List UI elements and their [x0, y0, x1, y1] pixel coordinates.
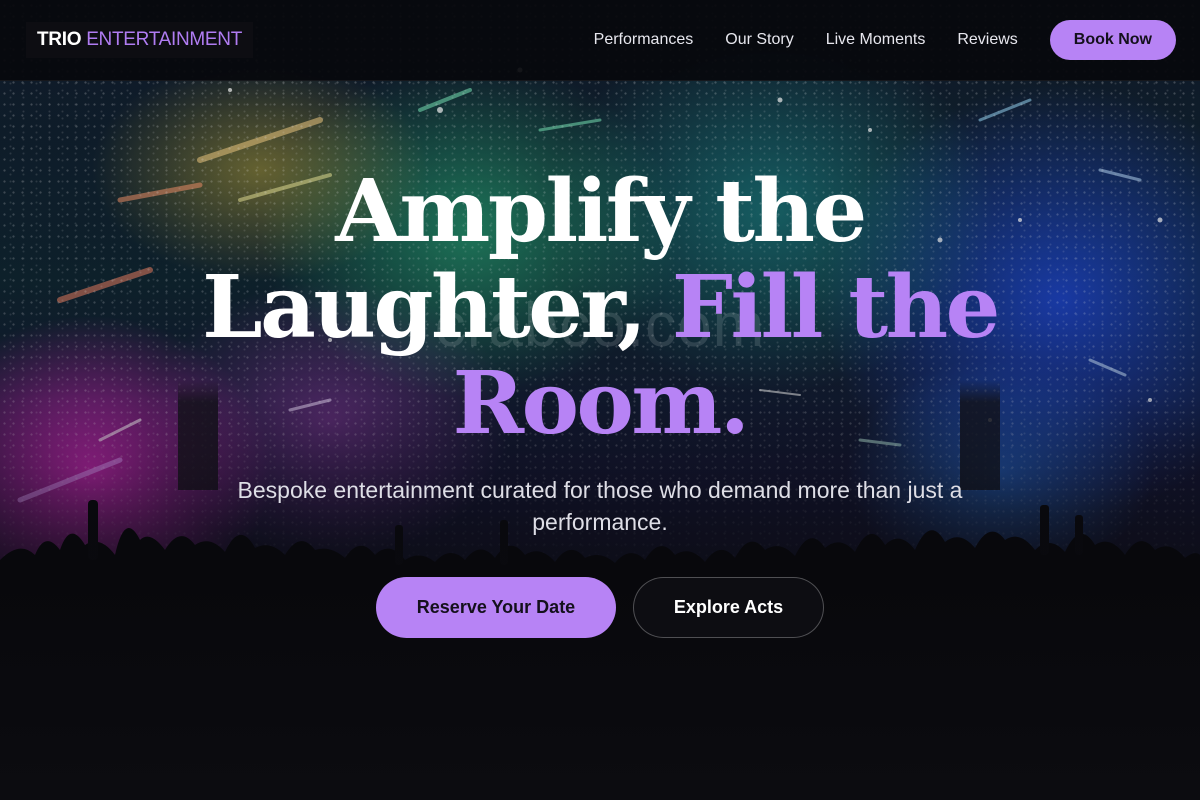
reserve-your-date-button[interactable]: Reserve Your Date — [376, 577, 616, 638]
nav-link-reviews[interactable]: Reviews — [957, 31, 1017, 49]
hero-title-line-1: Amplify the — [335, 161, 867, 262]
hero-title-line-2-white: Laughter, — [202, 257, 647, 358]
hero-section: Amplify the Laughter, Fill the Room. Bes… — [0, 80, 1200, 800]
nav-link-live-moments[interactable]: Live Moments — [826, 31, 926, 49]
hero-title-line-3-accent: Room. — [452, 353, 750, 454]
hero-title: Amplify the Laughter, Fill the Room. — [150, 164, 1050, 452]
explore-acts-button[interactable]: Explore Acts — [633, 577, 824, 638]
brand-logo[interactable]: TRIO ENTERTAINMENT — [26, 22, 254, 58]
landing-page: TRIO ENTERTAINMENT Performances Our Stor… — [0, 0, 1200, 800]
brand-name-accent: ENTERTAINMENT — [86, 29, 243, 50]
brand-name-primary: TRIO — [37, 29, 82, 50]
hero-actions: Reserve Your Date Explore Acts — [0, 577, 1200, 638]
hero-title-line-2-accent: Fill the — [671, 257, 1000, 358]
top-navbar: TRIO ENTERTAINMENT Performances Our Stor… — [0, 0, 1200, 81]
book-now-button[interactable]: Book Now — [1049, 20, 1176, 60]
nav-link-performances[interactable]: Performances — [594, 31, 694, 49]
nav-link-our-story[interactable]: Our Story — [725, 31, 793, 49]
nav-links: Performances Our Story Live Moments Revi… — [594, 20, 1176, 60]
hero-subtitle: Bespoke entertainment curated for those … — [237, 477, 963, 535]
